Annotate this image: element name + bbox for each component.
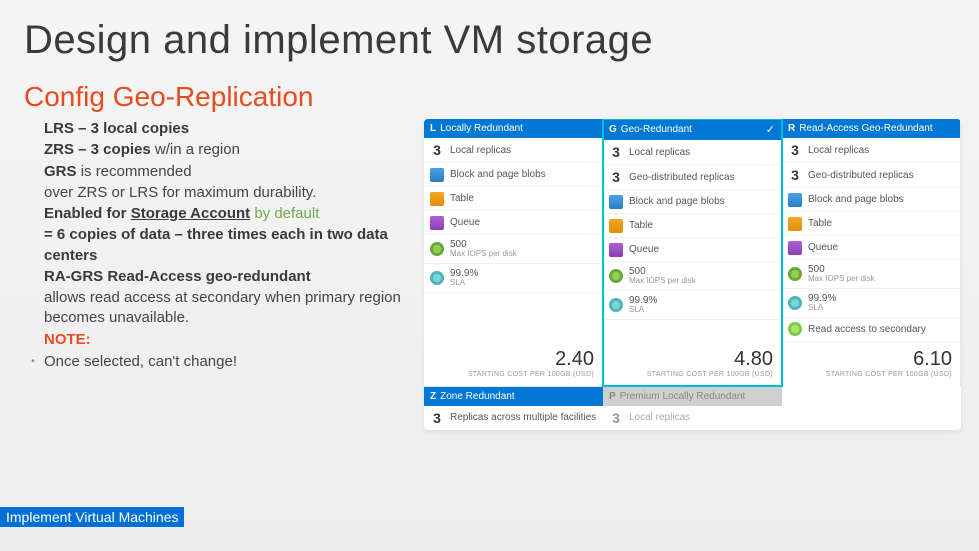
feature-icon xyxy=(430,192,444,206)
iops-row: 500Max IOPS per disk xyxy=(424,235,602,264)
feature-row: Table xyxy=(424,187,602,211)
pricing-comparison-table: LLocally Redundant3Local replicasBlock a… xyxy=(424,119,961,430)
pricing-column-g[interactable]: GGeo-Redundant✓3Local replicas3Geo-distr… xyxy=(603,119,782,386)
extra-row: Read access to secondary xyxy=(782,318,960,342)
replica-row: 3Geo-distributed replicas xyxy=(603,165,781,190)
zrs-rest: w/in a region xyxy=(155,141,240,158)
slide-subtitle: Config Geo-Replication xyxy=(0,63,979,113)
grs-rest: is recommended xyxy=(81,163,192,180)
pricing-column-l[interactable]: LLocally Redundant3Local replicasBlock a… xyxy=(424,119,603,386)
slide-title: Design and implement VM storage xyxy=(0,0,979,63)
pricing-column-r[interactable]: RRead-Access Geo-Redundant3Local replica… xyxy=(782,119,961,386)
ragrs-bold: RA-GRS Read-Access geo-redundant xyxy=(44,267,424,287)
price-row: 2.40STARTING COST PER 100GB (USD) xyxy=(424,342,602,386)
sla-row: 99.9%SLA xyxy=(782,289,960,318)
iops-row: 500Max IOPS per disk xyxy=(782,260,960,289)
grs-bold: GRS xyxy=(44,163,81,180)
replica-row: 3Geo-distributed replicas xyxy=(782,163,960,188)
note-text: Once selected, can't change! xyxy=(44,352,237,372)
bottom-header-p[interactable]: PPremium Locally Redundant xyxy=(603,386,782,406)
read-icon xyxy=(788,322,802,336)
sla-icon xyxy=(430,271,444,285)
replica-row: 3Local replicas xyxy=(603,140,781,165)
replica-row: 3Local replicas xyxy=(424,138,602,163)
feature-icon xyxy=(430,168,444,182)
copies-line: = 6 copies of data – three times each in… xyxy=(44,225,424,266)
feature-icon xyxy=(788,241,802,255)
feature-row: Table xyxy=(782,212,960,236)
zrs-bold: ZRS – 3 copies xyxy=(44,141,155,158)
iops-row: 500Max IOPS per disk xyxy=(603,262,781,291)
disk-icon xyxy=(609,269,623,283)
column-header: LLocally Redundant xyxy=(424,119,602,138)
bottom-replica-row: 3Replicas across multiple facilities xyxy=(424,406,603,430)
sla-row: 99.9%SLA xyxy=(424,264,602,293)
ragrs-rest: allows read access at secondary when pri… xyxy=(44,288,424,329)
feature-row: Table xyxy=(603,214,781,238)
feature-row: Block and page blobs xyxy=(603,190,781,214)
sla-icon xyxy=(609,298,623,312)
enabled-green: by default xyxy=(250,205,319,222)
feature-icon xyxy=(430,216,444,230)
price-row: 4.80STARTING COST PER 100GB (USD) xyxy=(603,342,781,386)
bullet-text-block: LRS – 3 local copies ZRS – 3 copies w/in… xyxy=(44,119,424,430)
sla-icon xyxy=(788,296,802,310)
disk-icon xyxy=(788,267,802,281)
column-header: GGeo-Redundant✓ xyxy=(603,119,781,140)
bottom-replica-row: 3Local replicas xyxy=(603,406,782,430)
bullet-dot-icon: • xyxy=(28,352,38,372)
feature-icon xyxy=(609,195,623,209)
enabled-underline: Storage Account xyxy=(131,205,250,222)
footer-tag: Implement Virtual Machines xyxy=(0,507,184,527)
feature-icon xyxy=(609,219,623,233)
check-icon: ✓ xyxy=(766,123,775,136)
feature-row: Queue xyxy=(603,238,781,262)
price-row: 6.10STARTING COST PER 100GB (USD) xyxy=(782,342,960,386)
feature-row: Queue xyxy=(782,236,960,260)
sla-row: 99.9%SLA xyxy=(603,291,781,320)
feature-row: Queue xyxy=(424,211,602,235)
replica-row: 3Local replicas xyxy=(782,138,960,163)
lrs-line: LRS – 3 local copies xyxy=(44,120,189,137)
grs-line2: over ZRS or LRS for maximum durability. xyxy=(44,183,424,203)
feature-icon xyxy=(788,193,802,207)
enabled-bold: Enabled for xyxy=(44,205,131,222)
disk-icon xyxy=(430,242,444,256)
feature-icon xyxy=(788,217,802,231)
feature-icon xyxy=(609,243,623,257)
bottom-header-z[interactable]: ZZone Redundant xyxy=(424,386,603,406)
feature-row: Block and page blobs xyxy=(782,188,960,212)
feature-row: Block and page blobs xyxy=(424,163,602,187)
note-label: NOTE: xyxy=(44,330,424,350)
column-header: RRead-Access Geo-Redundant xyxy=(782,119,960,138)
